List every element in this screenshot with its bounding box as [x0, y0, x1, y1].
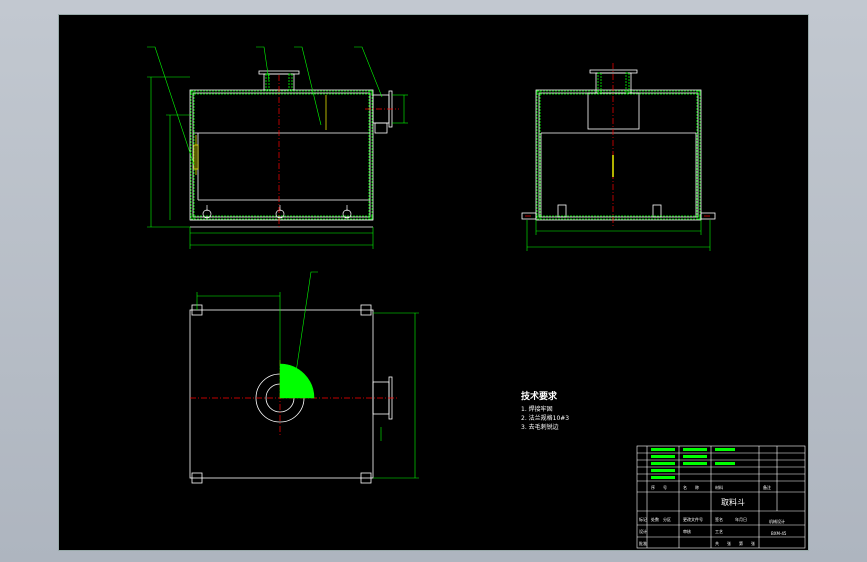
approval-4: 更改文件号: [683, 516, 703, 522]
label-row-1: 序: [651, 484, 655, 490]
approval-1: 标记: [639, 516, 647, 522]
drawing-sheet: 技术要求 1. 焊接牢固 2. 法兰规格10#3 3. 去毛刺锐边 序 号 名 …: [58, 14, 809, 551]
notes-item-1: 1. 焊接牢固: [521, 405, 553, 413]
label-row-5: 材料: [715, 484, 723, 490]
approval-3: 分区: [663, 516, 671, 522]
notes-title: 技术要求: [521, 390, 558, 402]
sheet-background: [59, 15, 808, 550]
company-name: 机械设计: [769, 518, 785, 524]
footer-3: 第: [739, 540, 743, 546]
label-row-4: 称: [695, 484, 699, 490]
label-row-6: 备注: [763, 484, 771, 490]
approval-5: 签名: [715, 516, 723, 522]
notes-item-3: 3. 去毛刺锐边: [521, 423, 559, 431]
footer-1: 共: [715, 540, 719, 546]
signoff-2: 审核: [683, 528, 691, 534]
approval-2: 处数: [651, 516, 659, 522]
signoff-1: 设计: [639, 528, 647, 534]
notes-item-2: 2. 法兰规格10#3: [521, 414, 569, 422]
drawing-canvas: 技术要求 1. 焊接牢固 2. 法兰规格10#3 3. 去毛刺锐边 序 号 名 …: [59, 15, 808, 550]
footer-4: 张: [751, 540, 755, 546]
signoff-4: 批准: [639, 540, 647, 546]
part-name: 取料斗: [721, 497, 745, 507]
label-row-2: 号: [663, 484, 667, 490]
signoff-3: 工艺: [715, 529, 723, 534]
label-row-3: 名: [683, 484, 687, 490]
approval-6: 年月日: [735, 516, 747, 522]
drawing-number: BXM-45: [771, 531, 787, 536]
footer-2: 张: [727, 540, 731, 546]
